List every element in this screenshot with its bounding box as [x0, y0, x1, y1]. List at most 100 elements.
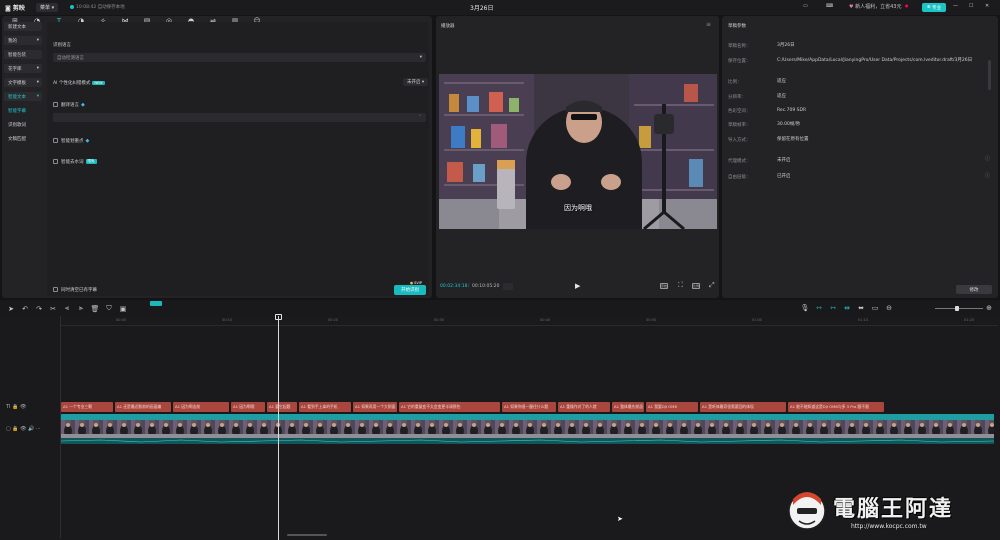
total-time: 00:10:05:20 [472, 284, 500, 289]
edit-button[interactable]: 修改 [956, 285, 992, 294]
promo-link[interactable]: ♥ 新人福利，立省43元 [849, 3, 901, 10]
menu-icon[interactable]: ≡ [706, 21, 711, 28]
play-icon[interactable]: ▶ [575, 282, 580, 290]
lock-icon[interactable]: 🔒 [12, 426, 20, 432]
caption-icon[interactable]: ▭ [868, 304, 882, 312]
video-thumbnails [61, 420, 994, 438]
maximize-icon[interactable]: ☐ [969, 3, 973, 9]
audio-icon[interactable]: 🔊 [28, 426, 36, 432]
subtitle-clip[interactable]: A1 能不能知道这是DJI OM6与多 3 Pro 跟不跟 [788, 402, 884, 412]
draft-param-label: 导入方式： [728, 138, 751, 143]
zoom-out-icon[interactable]: ⊖ [882, 304, 896, 312]
vip-diamond-icon: ◆ [85, 138, 90, 144]
shield-icon[interactable]: ⛉ [102, 304, 116, 313]
timecode-icon[interactable] [503, 283, 513, 290]
sidebar-item[interactable]: 我的 ▾ [4, 36, 42, 45]
menu-button[interactable]: 菜单 ▾ [36, 3, 59, 12]
subtitle-clip[interactable]: A1 重操作对了的人就 [558, 402, 610, 412]
chevron-down-icon: ▾ [36, 94, 39, 99]
sidebar-item[interactable]: 文字模板 ▾ [4, 78, 42, 87]
sidebar-item-label: 智能字幕 [8, 108, 26, 114]
subtitle-clip[interactable]: A1 整体最先前面 [612, 402, 644, 412]
app-logo: ◙ 剪映 [5, 5, 25, 12]
filler-option[interactable]: 智能去水词 限免 [53, 159, 97, 165]
subtitle-clip[interactable]: A1 要它起题 [267, 402, 297, 412]
smart-split-option[interactable]: 智能划重点 ◆ [53, 138, 89, 144]
subtitle-clip[interactable]: A1 因为啊出前 [173, 402, 229, 412]
translate-option[interactable]: 翻译语言 ◆ [53, 102, 85, 108]
sidebar-item[interactable]: 识别歌词 [4, 120, 42, 129]
sidebar-item[interactable]: 智能包装 [4, 50, 42, 59]
minimize-icon[interactable]: — [953, 3, 958, 9]
subtitle-clip[interactable]: A1 如果你很一握住什么题 [502, 402, 556, 412]
more-icon[interactable]: ⋯ [36, 426, 41, 432]
microphone-icon[interactable]: 🎙 [798, 304, 812, 312]
shortcut-icon[interactable]: ⌨ [826, 3, 833, 9]
subtitle-clip[interactable]: A1 它的重量变不太会变更半调那些 [399, 402, 500, 412]
info-icon[interactable]: ⓘ [985, 172, 990, 179]
snap-icon[interactable]: ⇹ [840, 304, 854, 312]
horizontal-scrollbar[interactable] [287, 534, 327, 536]
eye-icon[interactable]: 👁 [20, 404, 26, 410]
sidebar-item[interactable]: 文稿匹配 [4, 134, 42, 143]
time-tick: 01:10 [858, 318, 869, 322]
subtitle-clip[interactable]: A1 我要DJI OM6 [646, 402, 698, 412]
subtitle-overlay[interactable]: 因为啊哦 [439, 203, 717, 213]
chevron-down-icon: ▾ [50, 4, 55, 11]
split-right-icon[interactable]: ⫸ [74, 304, 88, 313]
ratio-button[interactable]: 比例 [692, 283, 700, 289]
subtitle-clip[interactable]: A1 因为啊哦 [231, 402, 265, 412]
eye-icon[interactable]: 👁 [20, 426, 28, 432]
lang-select[interactable]: 自动检测语言 ▾ [53, 53, 426, 62]
close-icon[interactable]: ✕ [985, 3, 989, 9]
preview-axis-icon[interactable]: ⬌ [854, 304, 868, 312]
subtitle-clip[interactable]: A1 是听体最奇怪需要回的体现 [700, 402, 786, 412]
project-title[interactable]: 3月26日 [470, 3, 493, 12]
time-separator: / [468, 284, 470, 289]
sidebar-item-label: 花字库 [8, 66, 22, 72]
pro-button[interactable]: ⊕ 专业 [922, 3, 946, 12]
clear-option[interactable]: 同时清空已有字幕 [53, 287, 97, 293]
redo-icon[interactable]: ↷ [32, 305, 46, 313]
zoom-slider-handle[interactable] [955, 306, 959, 311]
lock-icon[interactable]: 🔒 [12, 404, 20, 410]
split-left-icon[interactable]: ⫷ [60, 304, 74, 313]
time-tick: 00:00 [116, 318, 127, 322]
layout-icon[interactable]: ▭ [803, 3, 808, 9]
scrollbar[interactable] [988, 60, 991, 90]
time-tick: 00:50 [646, 318, 657, 322]
title-bar: ◙ 剪映 菜单 ▾ 10:08:42 自动保存本地 3月26日 ▭ ⌨ ♥ 新人… [0, 0, 1000, 15]
sidebar-item[interactable]: 智能字幕 [4, 106, 42, 115]
split-icon[interactable]: ✂ [46, 305, 60, 313]
frame-icon[interactable]: ▣ [116, 305, 130, 313]
subtitle-clip[interactable]: A1 还是最近影前的画面编 [115, 402, 171, 412]
clear-checkbox[interactable] [53, 287, 58, 292]
start-recognize-button[interactable]: 开始识别 [394, 285, 426, 295]
sidebar-item[interactable]: 花字库 ▾ [4, 64, 42, 73]
filler-checkbox[interactable] [53, 159, 58, 164]
subtitle-clip[interactable]: A1 一个专业三颗 [61, 402, 113, 412]
quality-button[interactable]: 原始 [660, 283, 668, 289]
zoom-slider[interactable] [935, 308, 983, 309]
fullscreen-icon[interactable]: ⤢ [709, 281, 715, 290]
select-tool-icon[interactable]: ➤ [4, 305, 18, 313]
draft-param-value: 适应 [777, 94, 786, 99]
ai-mode-toggle[interactable]: 未开启 ▾ [403, 78, 429, 86]
subtitle-clip[interactable]: A1 看到手上拿的手机 [299, 402, 351, 412]
sidebar-item[interactable]: 智能文本 ▾ [4, 92, 42, 101]
delete-icon[interactable]: 🗑 [88, 305, 102, 313]
translate-checkbox[interactable] [53, 102, 58, 107]
crop-icon[interactable]: ⛶ [678, 281, 683, 290]
video-preview[interactable]: 因为啊哦 [439, 74, 717, 229]
info-icon[interactable]: ⓘ [985, 155, 990, 162]
playhead[interactable] [278, 316, 279, 540]
sidebar-item[interactable]: 新建文本 [4, 22, 42, 31]
undo-icon[interactable]: ↶ [18, 305, 32, 313]
magnet-icon[interactable]: ⇿ [826, 304, 840, 312]
link-icon[interactable]: ⇿ [812, 304, 826, 312]
translate-select[interactable]: ⌃ [53, 113, 426, 122]
zoom-in-icon[interactable]: ⊕ [982, 304, 996, 312]
smart-split-checkbox[interactable] [53, 138, 58, 143]
subtitle-clip[interactable]: A1 如果再用一个大侧面 [353, 402, 397, 412]
video-clip[interactable] [61, 414, 994, 444]
